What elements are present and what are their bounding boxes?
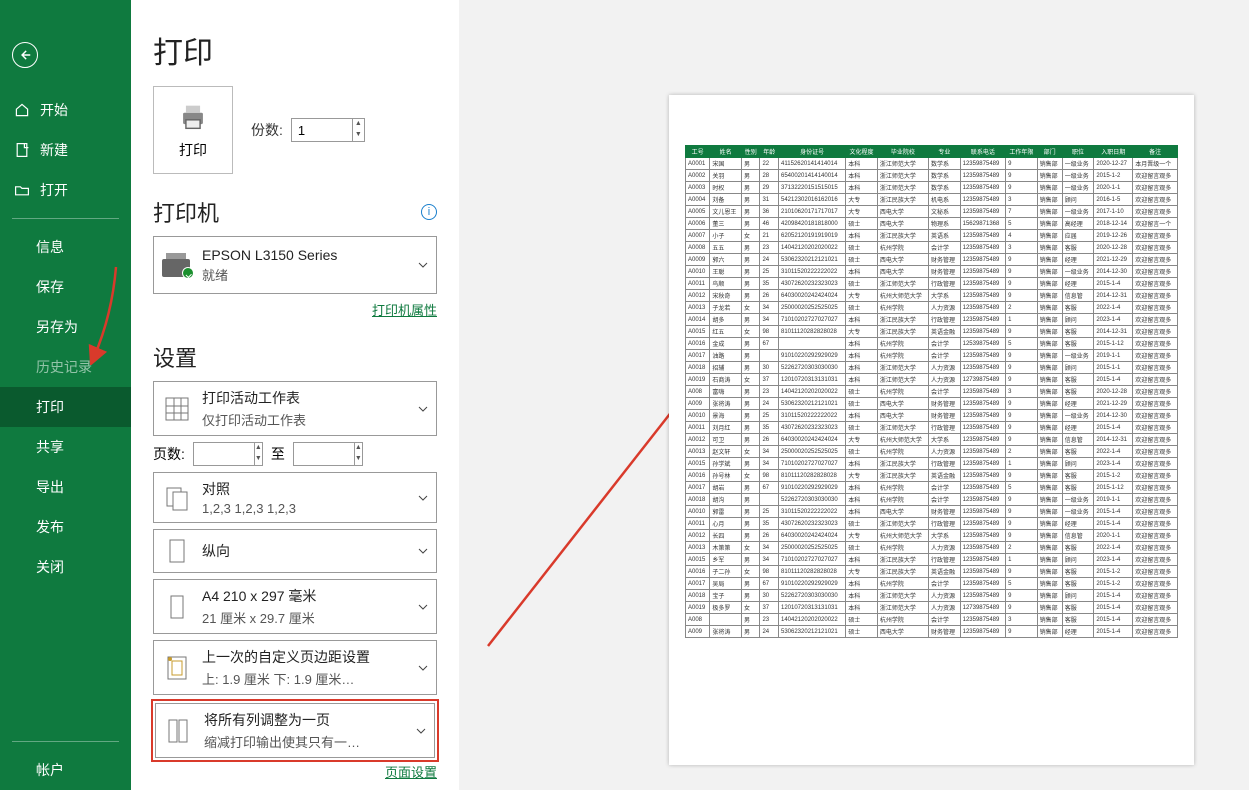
backstage-sidebar: 开始新建打开 信息保存另存为历史记录打印共享导出发布关闭 帐户 <box>0 0 131 790</box>
table-row: A0018宝子男3052262720303030030本科浙江师范大学人力资源1… <box>686 590 1178 602</box>
table-row: A009张将涛男2453062320212121021硕士西电大学财务管理123… <box>686 398 1178 410</box>
sidebar-separator <box>12 741 119 742</box>
setting-margins[interactable]: 上一次的自定义页边距设置上: 1.9 厘米 下: 1.9 厘米… <box>153 640 437 695</box>
table-row: A0017胡岩男6791010220292929029本科杭州学院会计学1235… <box>686 482 1178 494</box>
table-row: A0006董三男4642098420181818000硕士西电大学物理系1562… <box>686 218 1178 230</box>
portrait-icon <box>162 536 192 566</box>
back-button[interactable] <box>12 42 38 68</box>
spinner-up-icon[interactable]: ▲ <box>353 119 364 130</box>
table-row: A009张将涛男2453062320212121021硕士西电大学财务管理123… <box>686 626 1178 638</box>
printer-heading: 打印机 <box>153 196 219 228</box>
sheet-grid-icon <box>162 394 192 424</box>
preview-page: 工号姓名性别年龄身份证号文化程度毕业院校专业联系电话工作年限部门职位入职日期备注… <box>669 95 1194 765</box>
sidebar-item[interactable]: 导出 <box>0 467 131 507</box>
table-row: A0018胡沟男52262720303030030本科杭州学院会计学123598… <box>686 494 1178 506</box>
sidebar-item[interactable]: 保存 <box>0 267 131 307</box>
table-row: A0013木第第女3425000020252525025硕士杭州学院人力资源12… <box>686 542 1178 554</box>
table-row: A0016子二孙女9881011120282828028大专浙江民族大学英语金融… <box>686 566 1178 578</box>
table-row: A0011心月男3543072620232323023硕士浙江师范大学行政管理1… <box>686 518 1178 530</box>
sidebar-separator <box>12 218 119 219</box>
info-icon[interactable]: i <box>421 204 437 220</box>
printer-properties-link[interactable]: 打印机属性 <box>372 303 437 318</box>
table-row: A0018招辅男3052262720303030030本科浙江师范大学人力资源1… <box>686 362 1178 374</box>
setting-paper-size[interactable]: A4 210 x 297 毫米21 厘米 x 29.7 厘米 <box>153 579 437 634</box>
table-row: A0004刘备男3154212302016162016大专浙江民族大学机电系12… <box>686 194 1178 206</box>
table-row: A0016金成男67本科杭州学院会计学125398754895销售部客服2015… <box>686 338 1178 350</box>
printer-status-icon <box>162 253 192 277</box>
fit-columns-icon <box>164 716 194 746</box>
table-row: A0003时权男2937132220151515015本科浙江师范大学数学系12… <box>686 182 1178 194</box>
table-row: A0015红五女9881011120282828028大专浙江民族大学英语金融1… <box>686 326 1178 338</box>
collate-icon <box>162 483 192 513</box>
table-row: A0019石商涛女3712010720313131031本科浙江师范大学人力资源… <box>686 374 1178 386</box>
spinner-down-icon[interactable]: ▼ <box>353 130 364 141</box>
pages-to-label: 至 <box>271 444 285 464</box>
paper-icon <box>162 592 192 622</box>
table-row: A0001宋国男2241152620141414014本科浙江师范大学数学系12… <box>686 158 1178 170</box>
table-row: A0012可卫男2664030020242424024大专杭州大师范大学大学系1… <box>686 434 1178 446</box>
sidebar-item[interactable]: 信息 <box>0 227 131 267</box>
table-row: A0015乡军男3471010202727027027本科浙江民族大学行政管理1… <box>686 554 1178 566</box>
sidebar-item[interactable]: 打印 <box>0 387 131 427</box>
page-title: 打印 <box>153 28 437 72</box>
print-button[interactable]: 打印 <box>153 86 233 174</box>
sidebar-item[interactable]: 关闭 <box>0 547 131 587</box>
table-row: A0009郭六男2453062320212121021硕士西电大学财务管理123… <box>686 254 1178 266</box>
setting-orientation[interactable]: 纵向 <box>153 529 437 573</box>
pages-label: 页数: <box>153 444 185 464</box>
table-row: A0010郭雷男2531011520222222022本科西电大学财务管理123… <box>686 506 1178 518</box>
table-row: A0013子龙若女3425000020252525025硕士杭州学院人力资源12… <box>686 302 1178 314</box>
table-row: A0013赵文轩女3425000020252525025硕士杭州学院人力资源12… <box>686 446 1178 458</box>
pages-to-input[interactable]: ▲▼ <box>293 442 363 466</box>
sidebar-item-new[interactable]: 新建 <box>0 130 131 170</box>
table-row: A0012宋秋奇男2664030020242424024大专杭州大师范大学大学系… <box>686 290 1178 302</box>
table-row: A0010王聪男2531011520222222022本科西电大学财务管理123… <box>686 266 1178 278</box>
sidebar-item-open[interactable]: 打开 <box>0 170 131 210</box>
table-row: A0007小子女2162052120191919019本科浙江民族大学英语系12… <box>686 230 1178 242</box>
pages-from-input[interactable]: ▲▼ <box>193 442 263 466</box>
table-row: A0011刘月红男3543072620232323023硕士浙江师范大学行政管理… <box>686 422 1178 434</box>
table-row: A0019极多罗女3712010720313131031本科浙江师范大学人力资源… <box>686 602 1178 614</box>
chevron-down-icon <box>418 260 428 270</box>
table-row: A0005文儿恩王男3621010620171717017大专西电大学文秘系12… <box>686 206 1178 218</box>
table-row: A0014胡多男3471010202727027027本科浙江民族大学行政管理1… <box>686 314 1178 326</box>
home-icon <box>14 102 30 118</box>
table-row: A0017吴局男6791010220292929029本科杭州学院会计学1235… <box>686 578 1178 590</box>
table-row: A0011鸟顺男3543072620232323023硕士浙江师范大学行政管理1… <box>686 278 1178 290</box>
margins-icon <box>162 653 192 683</box>
setting-scaling[interactable]: 将所有列调整为一页缩减打印输出使其只有一… <box>155 703 435 758</box>
copies-label: 份数: <box>251 120 283 140</box>
table-row: A0002关羽男2865400201414140014本科浙江师范大学数学系12… <box>686 170 1178 182</box>
table-row: A008男2314042120202020022硕士杭州学院会计学1235987… <box>686 614 1178 626</box>
page-setup-link[interactable]: 页面设置 <box>385 765 437 780</box>
table-row: A0017油路男91010220292929029本科杭州学院会计学123598… <box>686 350 1178 362</box>
table-row: A008富嗨男2314042120202020022硕士杭州学院会计学12359… <box>686 386 1178 398</box>
sidebar-item[interactable]: 共享 <box>0 427 131 467</box>
setting-print-what[interactable]: 打印活动工作表仅打印活动工作表 <box>153 381 437 436</box>
print-panel: 打印 打印 份数: ▲▼ 打印机 i EPSON L3150 Series 就绪… <box>131 0 459 790</box>
table-row: A0016孙号林女9881011120282828028大专浙江民族大学英语金融… <box>686 470 1178 482</box>
copies-input[interactable]: ▲▼ <box>291 118 365 142</box>
table-row: A0012长四男2664030020242424024大专杭州大师范大学大学系1… <box>686 530 1178 542</box>
table-row: A0015孙学斌男3471010202727027027本科浙江民族大学行政管理… <box>686 458 1178 470</box>
table-row: A0008五五男2314042120202020022硕士杭州学院会计学1235… <box>686 242 1178 254</box>
printer-selector[interactable]: EPSON L3150 Series 就绪 <box>153 236 437 294</box>
new-icon <box>14 142 30 158</box>
table-row: A0010景海男2531011520222222022本科西电大学财务管理123… <box>686 410 1178 422</box>
chevron-down-icon <box>418 404 428 414</box>
sidebar-account[interactable]: 帐户 <box>0 750 131 790</box>
sidebar-item[interactable]: 发布 <box>0 507 131 547</box>
sidebar-item[interactable]: 另存为 <box>0 307 131 347</box>
preview-table: 工号姓名性别年龄身份证号文化程度毕业院校专业联系电话工作年限部门职位入职日期备注… <box>685 145 1178 638</box>
annotation-highlight-box: 将所有列调整为一页缩减打印输出使其只有一… <box>151 699 439 762</box>
sidebar-item[interactable]: 历史记录 <box>0 347 131 387</box>
print-preview: 工号姓名性别年龄身份证号文化程度毕业院校专业联系电话工作年限部门职位入职日期备注… <box>459 0 1249 790</box>
settings-heading: 设置 <box>153 341 197 373</box>
sidebar-item-home[interactable]: 开始 <box>0 90 131 130</box>
setting-collate[interactable]: 对照1,2,3 1,2,3 1,2,3 <box>153 472 437 523</box>
open-icon <box>14 182 30 198</box>
